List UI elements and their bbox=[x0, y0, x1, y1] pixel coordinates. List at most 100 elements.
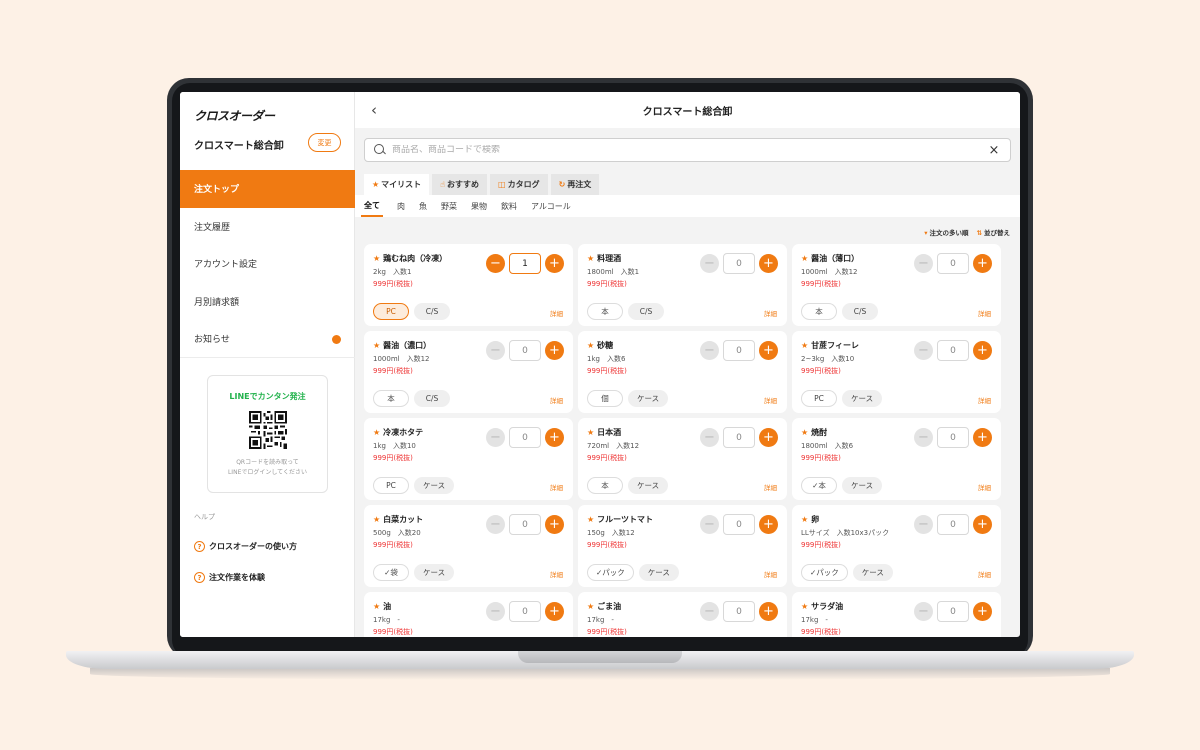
unit-option[interactable]: ケース bbox=[852, 564, 893, 581]
increment-button[interactable]: + bbox=[545, 428, 564, 447]
detail-link[interactable]: 詳細 bbox=[764, 482, 777, 492]
decrement-button[interactable]: − bbox=[914, 602, 933, 621]
star-icon[interactable]: ★ bbox=[801, 428, 808, 437]
quantity-field[interactable]: 0 bbox=[509, 427, 541, 448]
star-icon[interactable]: ★ bbox=[373, 602, 380, 611]
increment-button[interactable]: + bbox=[759, 341, 778, 360]
star-icon[interactable]: ★ bbox=[801, 602, 808, 611]
unit-option[interactable]: ケース bbox=[414, 564, 455, 581]
increment-button[interactable]: + bbox=[545, 515, 564, 534]
sidebar-item-account-settings[interactable]: アカウント設定 bbox=[180, 245, 355, 283]
app-logo[interactable]: クロスオーダー bbox=[194, 107, 275, 124]
decrement-button[interactable]: − bbox=[700, 602, 719, 621]
product-name[interactable]: ★ 甘蔗フィーレ bbox=[801, 340, 859, 351]
product-name[interactable]: ★ 砂糖 bbox=[587, 340, 613, 351]
star-icon[interactable]: ★ bbox=[801, 341, 808, 350]
quantity-field[interactable]: 0 bbox=[723, 340, 755, 361]
quantity-field[interactable]: 0 bbox=[509, 601, 541, 622]
star-icon[interactable]: ★ bbox=[587, 428, 594, 437]
unit-option[interactable]: PC bbox=[373, 477, 409, 494]
decrement-button[interactable]: − bbox=[700, 428, 719, 447]
star-icon[interactable]: ★ bbox=[587, 602, 594, 611]
increment-button[interactable]: + bbox=[973, 428, 992, 447]
product-name[interactable]: ★ 日本酒 bbox=[587, 427, 621, 438]
category-fish[interactable]: 魚 bbox=[419, 195, 427, 217]
product-name[interactable]: ★ 醤油（濃口） bbox=[373, 340, 431, 351]
unit-option[interactable]: ✓袋 bbox=[373, 564, 409, 581]
quantity-field[interactable]: 0 bbox=[509, 514, 541, 535]
decrement-button[interactable]: − bbox=[914, 254, 933, 273]
quantity-field[interactable]: 0 bbox=[723, 601, 755, 622]
product-name[interactable]: ★ 焼酎 bbox=[801, 427, 827, 438]
detail-link[interactable]: 詳細 bbox=[764, 569, 777, 579]
increment-button[interactable]: + bbox=[973, 341, 992, 360]
star-icon[interactable]: ★ bbox=[373, 515, 380, 524]
unit-option[interactable]: 本 bbox=[587, 477, 623, 494]
quantity-field[interactable]: 1 bbox=[509, 253, 541, 274]
detail-link[interactable]: 詳細 bbox=[978, 308, 991, 318]
quantity-field[interactable]: 0 bbox=[723, 427, 755, 448]
increment-button[interactable]: + bbox=[759, 428, 778, 447]
tab-reorder[interactable]: ↻ 再注文 bbox=[550, 174, 600, 195]
unit-option[interactable]: 本 bbox=[801, 303, 837, 320]
unit-option[interactable]: C/S bbox=[414, 390, 450, 407]
sidebar-item-order-history[interactable]: 注文履歴 bbox=[180, 208, 355, 246]
unit-option[interactable]: ケース bbox=[842, 477, 883, 494]
unit-option[interactable]: 本 bbox=[587, 303, 623, 320]
help-link-how-to[interactable]: ? クロスオーダーの使い方 bbox=[194, 541, 297, 552]
product-name[interactable]: ★ ごま油 bbox=[587, 601, 621, 612]
decrement-button[interactable]: − bbox=[486, 254, 505, 273]
unit-option[interactable]: 個 bbox=[587, 390, 623, 407]
product-name[interactable]: ★ 醤油（薄口） bbox=[801, 253, 859, 264]
unit-option[interactable]: C/S bbox=[414, 303, 450, 320]
increment-button[interactable]: + bbox=[973, 602, 992, 621]
product-name[interactable]: ★ 白菜カット bbox=[373, 514, 423, 525]
decrement-button[interactable]: − bbox=[700, 515, 719, 534]
sort-button[interactable]: ⇅ 並び替え bbox=[977, 227, 1010, 237]
unit-option[interactable]: ケース bbox=[842, 390, 883, 407]
product-name[interactable]: ★ 油 bbox=[373, 601, 391, 612]
category-meat[interactable]: 肉 bbox=[397, 195, 405, 217]
unit-option[interactable]: ケース bbox=[638, 564, 679, 581]
unit-option[interactable]: PC bbox=[373, 303, 409, 320]
unit-option[interactable]: ✓パック bbox=[587, 564, 634, 581]
star-icon[interactable]: ★ bbox=[587, 254, 594, 263]
star-icon[interactable]: ★ bbox=[801, 254, 808, 263]
decrement-button[interactable]: − bbox=[486, 602, 505, 621]
detail-link[interactable]: 詳細 bbox=[550, 482, 563, 492]
increment-button[interactable]: + bbox=[973, 254, 992, 273]
category-vegetables[interactable]: 野菜 bbox=[441, 195, 457, 217]
product-name[interactable]: ★ 鶏むね肉（冷凍） bbox=[373, 253, 447, 264]
star-icon[interactable]: ★ bbox=[587, 515, 594, 524]
unit-option[interactable]: PC bbox=[801, 390, 837, 407]
decrement-button[interactable]: − bbox=[486, 515, 505, 534]
unit-option[interactable]: ✓パック bbox=[801, 564, 848, 581]
star-icon[interactable]: ★ bbox=[373, 428, 380, 437]
increment-button[interactable]: + bbox=[759, 254, 778, 273]
increment-button[interactable]: + bbox=[545, 341, 564, 360]
quantity-field[interactable]: 0 bbox=[937, 253, 969, 274]
detail-link[interactable]: 詳細 bbox=[764, 395, 777, 405]
quantity-field[interactable]: 0 bbox=[937, 427, 969, 448]
quantity-field[interactable]: 0 bbox=[937, 514, 969, 535]
star-icon[interactable]: ★ bbox=[373, 341, 380, 350]
help-link-try-order[interactable]: ? 注文作業を体験 bbox=[194, 572, 265, 583]
unit-option[interactable]: C/S bbox=[628, 303, 664, 320]
detail-link[interactable]: 詳細 bbox=[550, 308, 563, 318]
unit-option[interactable]: C/S bbox=[842, 303, 878, 320]
product-name[interactable]: ★ 料理酒 bbox=[587, 253, 621, 264]
detail-link[interactable]: 詳細 bbox=[550, 569, 563, 579]
close-icon[interactable]: × bbox=[984, 143, 1004, 158]
product-name[interactable]: ★ 卵 bbox=[801, 514, 819, 525]
tab-recommended[interactable]: ☝ おすすめ bbox=[432, 174, 488, 195]
star-icon[interactable]: ★ bbox=[373, 254, 380, 263]
star-icon[interactable]: ★ bbox=[587, 341, 594, 350]
decrement-button[interactable]: − bbox=[914, 428, 933, 447]
unit-option[interactable]: ケース bbox=[628, 390, 669, 407]
category-drinks[interactable]: 飲料 bbox=[501, 195, 517, 217]
decrement-button[interactable]: − bbox=[914, 341, 933, 360]
change-store-button[interactable]: 変更 bbox=[308, 133, 341, 152]
category-alcohol[interactable]: アルコール bbox=[531, 195, 571, 217]
sidebar-item-order-top[interactable]: 注文トップ bbox=[180, 170, 355, 208]
unit-option[interactable]: ✓本 bbox=[801, 477, 837, 494]
